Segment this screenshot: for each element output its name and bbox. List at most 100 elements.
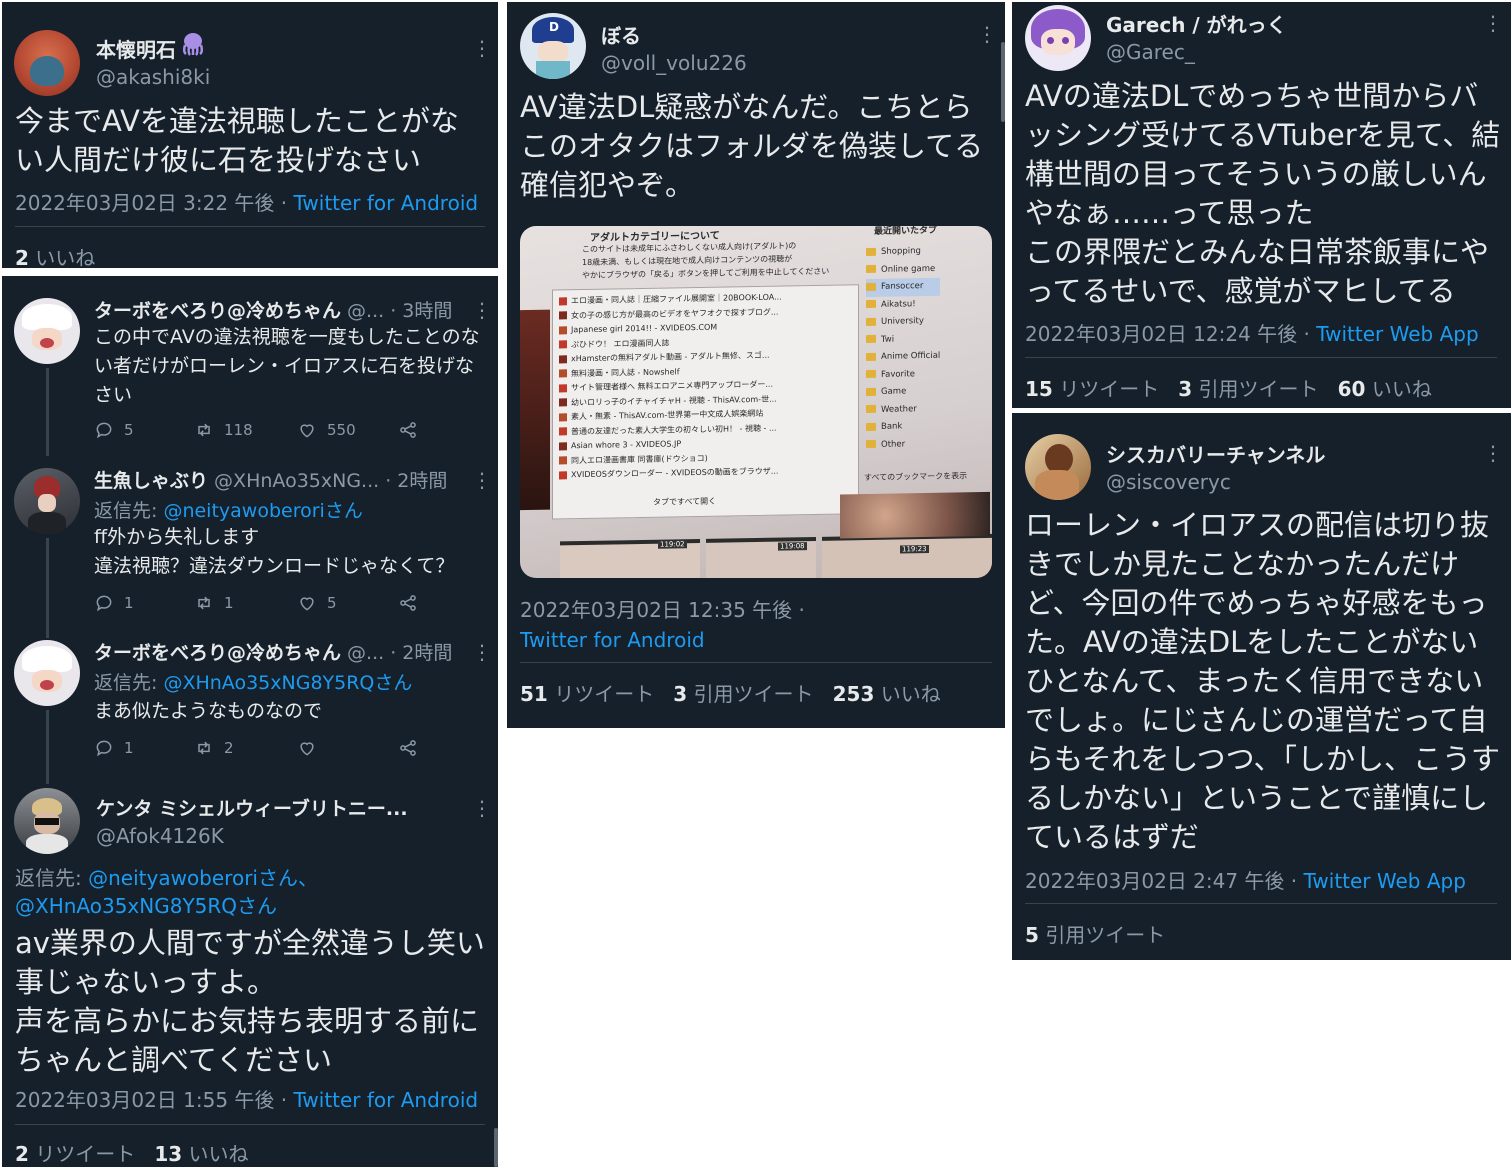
share-icon [400,422,416,438]
divider [1025,357,1497,358]
divider [1025,903,1497,904]
reply-action[interactable]: 5 [94,420,134,440]
timestamp-text[interactable]: 2022年03月02日 12:24 午後 · [1025,322,1316,346]
bookmark-folder[interactable]: Favorite [866,365,940,384]
avatar[interactable] [14,788,80,854]
author-name[interactable]: Garech / がれっく [1106,9,1287,38]
tweet-text: 今までAVを違法視聴したことがない人間だけ彼に石を投げなさい [15,104,459,177]
like-action[interactable]: 550 [297,420,356,440]
likes-stat[interactable]: 60 いいね [1338,377,1432,401]
quotes-stat[interactable]: 5 引用ツイート [1025,919,1165,948]
avatar[interactable]: D [520,13,586,79]
bookmark-folder[interactable]: Other [866,435,940,454]
more-dots-icon[interactable]: ⋮ [977,22,997,46]
timestamp-text[interactable]: 2022年03月02日 3:22 午後 · [15,191,294,215]
handle-time[interactable]: @... · 2時間 [341,642,452,664]
bookmark-folder[interactable]: University [866,313,940,332]
avatar[interactable] [14,468,80,534]
engagement-stats: 2 リツイート 13 いいね [15,1138,249,1167]
avatar[interactable] [14,298,80,364]
quotes-stat[interactable]: 3 引用ツイート [673,682,813,706]
favicon-icon [559,311,567,320]
like-action[interactable]: 5 [297,593,337,613]
reply-action[interactable]: 1 [94,738,134,758]
retweet-action[interactable]: 1 [194,593,234,613]
more-dots-icon[interactable]: ⋮ [472,36,492,60]
author-handle[interactable]: @akashi8ki [96,65,210,89]
bookmark-folder[interactable]: Fansoccer [866,277,941,297]
mention-link[interactable]: @XHnAo35xNG8Y5RQさん [163,672,412,694]
author-name[interactable]: 本懐明石 [96,34,176,63]
retweets-stat[interactable]: 2 リツイート [15,1142,135,1166]
avatar[interactable] [14,640,80,706]
retweets-stat[interactable]: 51 リツイート [520,682,654,706]
more-dots-icon[interactable]: ⋮ [472,298,492,322]
source-link[interactable]: Twitter for Android [294,1088,479,1112]
author-name[interactable]: 生魚しゃぶり [94,470,208,492]
author-name[interactable]: ケンタ ミシェルウィーブリトニー... [96,794,408,821]
bookmark-folder[interactable]: Aikatsu! [866,295,940,314]
more-dots-icon[interactable]: ⋮ [472,640,492,664]
share-action[interactable] [398,420,418,440]
timestamp-text[interactable]: 2022年03月02日 2:47 午後 · [1025,869,1304,893]
likes-stat[interactable]: 253 いいね [833,682,941,706]
show-all-bookmarks[interactable]: すべてのブックマークを表示 [864,470,967,483]
share-action[interactable] [398,738,418,758]
octopus-emoji-icon [180,32,206,56]
author-handle[interactable]: @Afok4126K [96,824,224,848]
author-handle[interactable]: @siscoveryc [1106,470,1231,494]
mention-link[interactable]: @neityawoberoriさん、 [88,866,318,890]
share-icon [400,740,416,756]
author-name[interactable]: シスカバリーチャンネル [1106,439,1325,468]
scrollbar[interactable] [1001,42,1005,122]
mention-link[interactable]: @XHnAo35xNG8Y5RQさん [15,894,277,918]
author-name[interactable]: ターボをべろり@冷めちゃん [94,300,341,322]
more-dots-icon[interactable]: ⋮ [1483,11,1503,35]
avatar[interactable] [1025,5,1091,71]
likes-stat[interactable]: 13 いいね [154,1142,248,1166]
folder-icon [866,439,876,449]
like-action[interactable] [297,738,317,758]
bookmark-folder[interactable]: Anime Official [866,348,940,367]
likes-stat[interactable]: 2 いいね [15,242,95,268]
bookmark-folder[interactable]: Game [866,383,940,402]
tweet-photo[interactable]: アダルトカテゴリーについて このサイトは未成年にふさわしくない成人向け(アダルト… [520,226,992,578]
more-dots-icon[interactable]: ⋮ [472,796,492,820]
tweet-card-garech: Garech / がれっく @Garec_ ⋮ AVの違法DLでめっちゃ世間から… [1012,2,1511,408]
source-link[interactable]: Twitter for Android [294,191,479,215]
bookmark-folder[interactable]: Weather [866,400,940,419]
folder-icon [866,404,876,414]
timestamp-text[interactable]: 2022年03月02日 1:55 午後 · [15,1088,294,1112]
handle-time[interactable]: @XHnAo35xNG... · 2時間 [208,470,447,492]
retweets-stat[interactable]: 15 リツイート [1025,377,1159,401]
retweet-action[interactable]: 118 [194,420,253,440]
source-link[interactable]: Twitter for Android [520,628,705,652]
more-dots-icon[interactable]: ⋮ [472,468,492,492]
timestamp-text[interactable]: 2022年03月02日 12:35 午後 · [520,598,805,622]
mention-link[interactable]: @neityawoberoriさん [163,500,362,522]
scrollbar[interactable] [494,1128,498,1167]
reply-text-line1: ff外から失礼します [94,526,260,548]
photo-warning: このサイトは未成年にふさわしくない成人向け(アダルト)の 18歳未満、もしくは現… [582,241,830,281]
retweet-action[interactable]: 2 [194,738,234,758]
source-link[interactable]: Twitter Web App [1316,322,1478,346]
share-action[interactable] [398,593,418,613]
author-name[interactable]: ぼる [601,20,641,49]
more-dots-icon[interactable]: ⋮ [1483,441,1503,465]
bookmark-folder[interactable]: Bank [866,418,940,437]
handle-time[interactable]: @... · 3時間 [341,300,452,322]
open-all-tabs[interactable]: タブですべて開く [653,496,716,508]
quotes-stat[interactable]: 3 引用ツイート [1178,377,1318,401]
source-link[interactable]: Twitter Web App [1304,869,1466,893]
author-handle[interactable]: @voll_volu226 [601,51,747,75]
bookmark-folder[interactable]: Shopping [866,243,940,262]
bookmark-folder[interactable]: Twi [866,330,940,349]
avatar[interactable] [14,30,80,96]
avatar[interactable] [1025,434,1091,500]
author-name[interactable]: ターボをべろり@冷めちゃん [94,642,341,664]
author-handle[interactable]: @Garec_ [1106,40,1195,64]
bookmark-folder[interactable]: Online game [866,260,940,279]
reply-action[interactable]: 1 [94,593,134,613]
heart-icon [300,597,314,611]
tweet-timestamp: 2022年03月02日 1:55 午後 · Twitter for Androi… [15,1084,478,1113]
